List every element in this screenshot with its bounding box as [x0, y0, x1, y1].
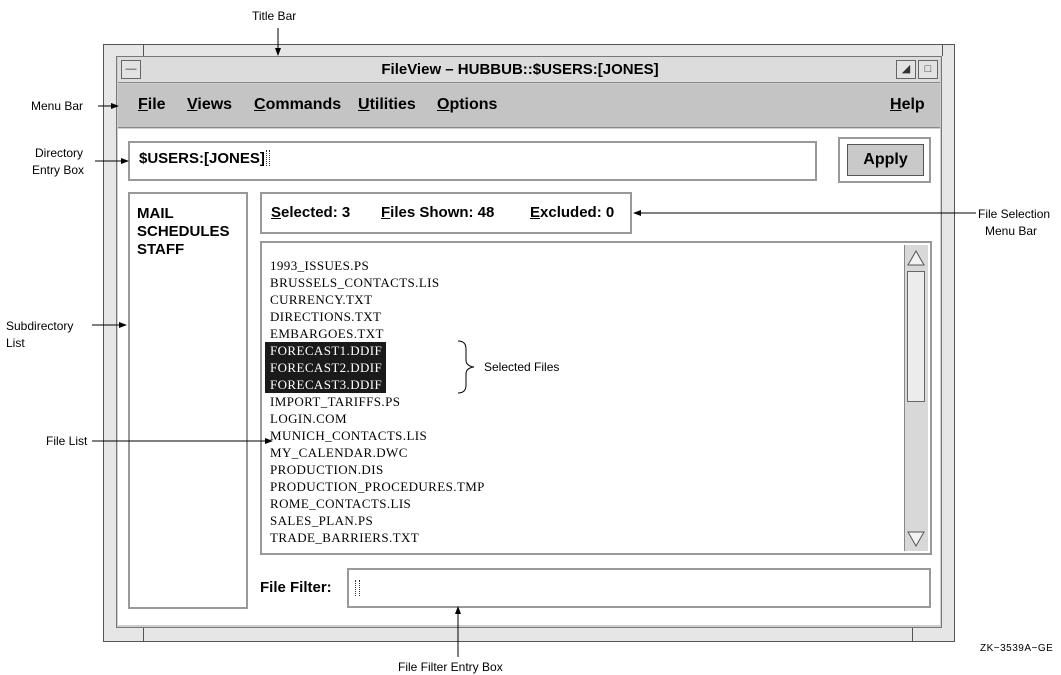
annotation-directory-entry-box-line2: Entry Box [32, 163, 85, 177]
annotation-file-filter-entry-box: File Filter Entry Box [398, 660, 503, 674]
annotation-directory-entry-box-line1: Directory [35, 146, 84, 160]
annotation-selected-files: Selected Files [484, 360, 560, 374]
selected-files-brace [457, 340, 475, 394]
annotation-menu-bar: Menu Bar [31, 99, 84, 113]
annotation-subdirectory-line2: List [6, 336, 25, 350]
annotation-subdirectory-line1: Subdirectory [6, 319, 74, 333]
annotation-file-selection-line1: File Selection [978, 207, 1051, 221]
annotation-file-list: File List [46, 434, 88, 448]
annotation-file-selection-line2: Menu Bar [985, 224, 1038, 238]
annotation-title-bar: Title Bar [252, 9, 297, 23]
annotation-arrows [92, 28, 976, 657]
figure-id: ZK−3539A−GE [980, 643, 1054, 654]
